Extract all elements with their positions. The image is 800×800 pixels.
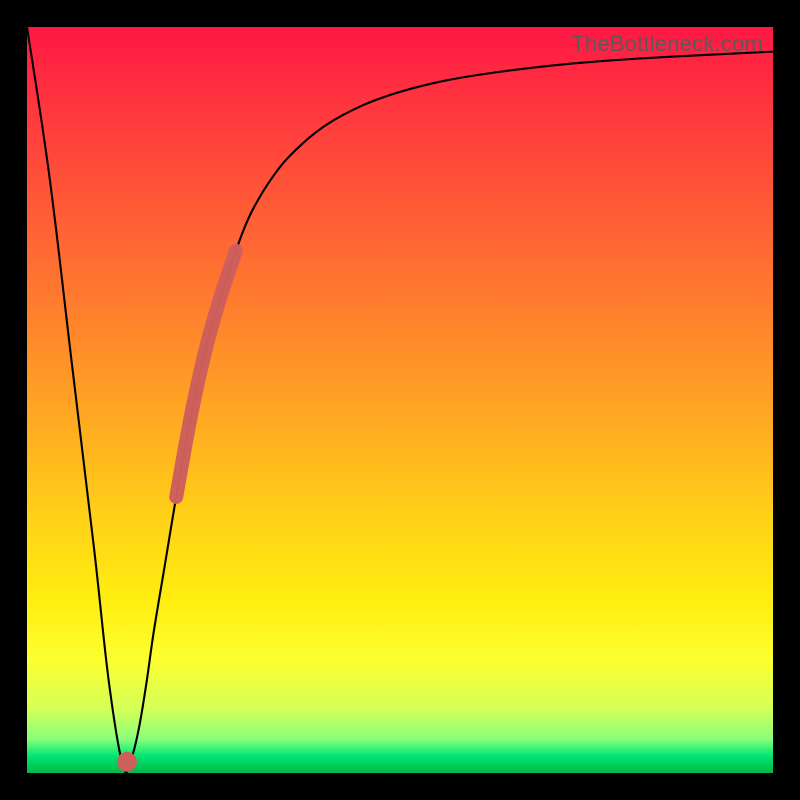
- highlight-segment: [176, 251, 236, 497]
- chart-frame: TheBottleneck.com: [0, 0, 800, 800]
- highlight-dot: [117, 752, 137, 772]
- watermark-text: TheBottleneck.com: [571, 31, 763, 57]
- curve-layer: [27, 27, 773, 773]
- bottleneck-curve: [27, 27, 773, 772]
- plot-area: TheBottleneck.com: [27, 27, 773, 773]
